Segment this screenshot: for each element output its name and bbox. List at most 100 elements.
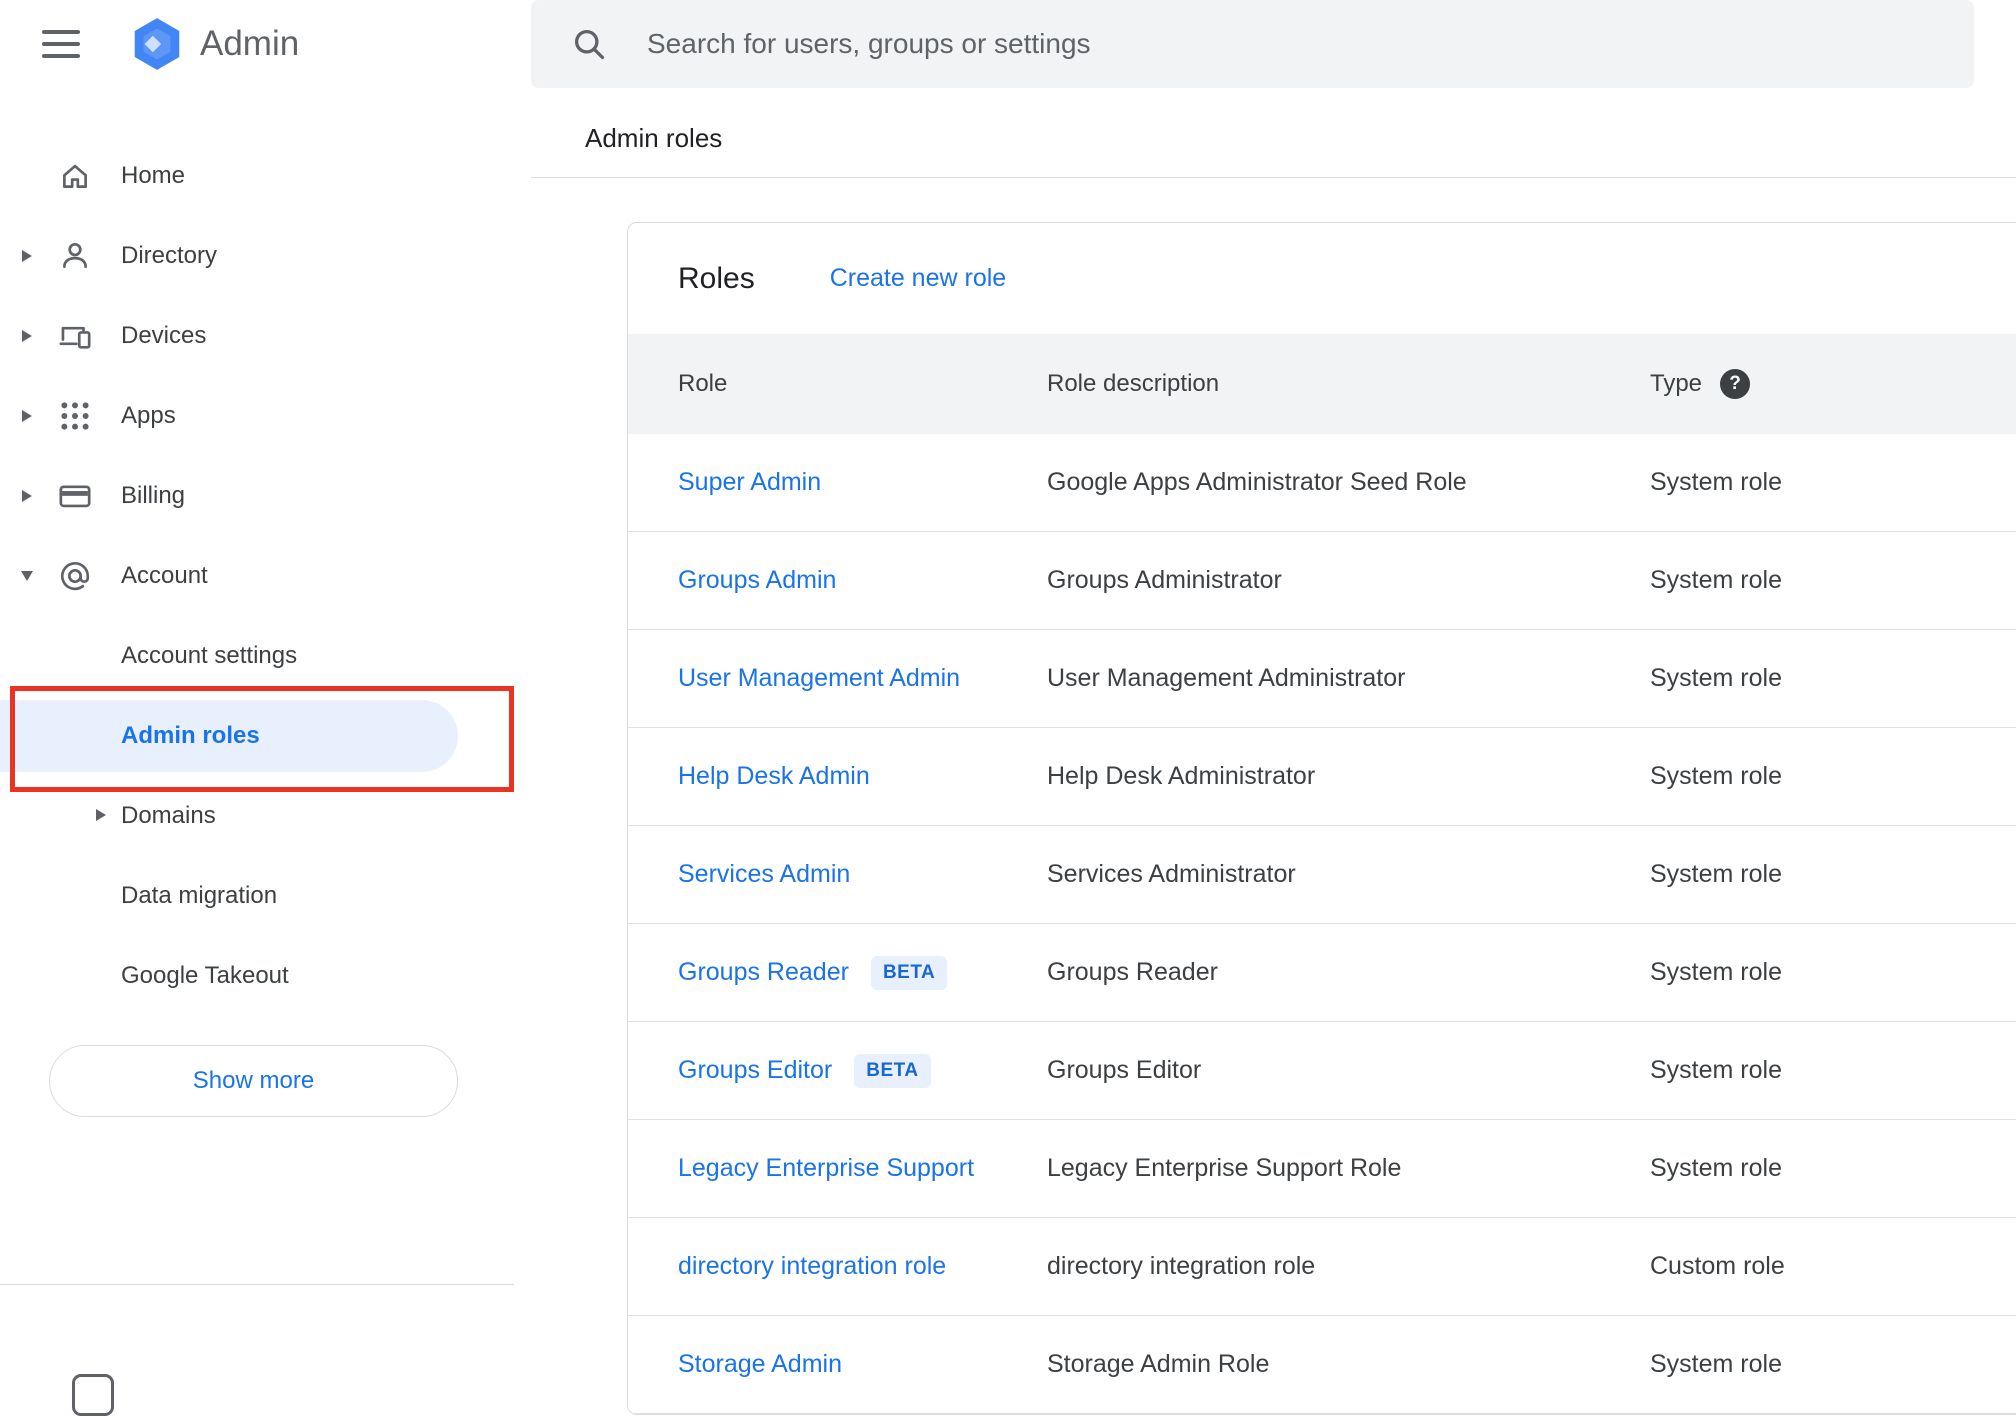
sidebar-item-label: Home bbox=[121, 162, 186, 189]
sidebar-item-domains[interactable]: Domains bbox=[0, 776, 531, 856]
role-type: System role bbox=[1650, 468, 1782, 496]
sidebar-item-label: Billing bbox=[121, 482, 186, 509]
expand-arrow-icon[interactable] bbox=[20, 408, 34, 424]
sidebar-divider bbox=[0, 1284, 514, 1285]
sidebar-item-label: Devices bbox=[121, 322, 207, 349]
table-header: Role Role description Type bbox=[628, 334, 2016, 434]
brand-bar: Admin bbox=[0, 0, 299, 88]
expand-arrow-icon[interactable] bbox=[20, 488, 34, 504]
role-type: Custom role bbox=[1650, 1252, 1785, 1280]
role-description: Google Apps Administrator Seed Role bbox=[1047, 468, 1467, 496]
create-new-role-link[interactable]: Create new role bbox=[830, 264, 1006, 293]
sidebar: Admin Home Directory Devices Apps Billin… bbox=[0, 0, 531, 1416]
role-description: Storage Admin Role bbox=[1047, 1350, 1270, 1378]
page-title: Roles bbox=[678, 261, 755, 295]
role-type: System role bbox=[1650, 1350, 1782, 1378]
role-link[interactable]: Groups Admin bbox=[678, 566, 836, 595]
column-header-type: Type bbox=[1650, 370, 1703, 397]
billing-card-icon bbox=[57, 478, 93, 514]
devices-icon bbox=[57, 318, 93, 354]
beta-badge: BETA bbox=[854, 1053, 931, 1088]
admin-hexagon-logo[interactable] bbox=[128, 15, 186, 73]
role-description: Groups Reader bbox=[1047, 958, 1218, 986]
apps-grid-icon bbox=[57, 398, 93, 434]
sidebar-item-google-takeout[interactable]: Google Takeout bbox=[0, 936, 531, 1016]
app-name: Admin bbox=[200, 24, 300, 63]
card-title-row: Roles Create new role bbox=[628, 223, 2016, 334]
table-row: Legacy Enterprise Support Legacy Enterpr… bbox=[628, 1120, 2016, 1218]
sidebar-subnav: Account settings Admin roles Domains Dat… bbox=[0, 616, 531, 1016]
column-header-role: Role bbox=[678, 370, 728, 397]
role-link[interactable]: Groups Editor bbox=[678, 1056, 832, 1085]
role-type: System role bbox=[1650, 762, 1782, 790]
search-icon bbox=[571, 26, 607, 62]
table-row: directory integration role directory int… bbox=[628, 1218, 2016, 1316]
sidebar-item-admin-roles[interactable]: Admin roles bbox=[0, 686, 531, 792]
sidebar-item-label: Admin roles bbox=[121, 722, 260, 749]
at-sign-icon bbox=[57, 558, 93, 594]
role-link[interactable]: Storage Admin bbox=[678, 1350, 842, 1379]
home-icon bbox=[57, 158, 93, 194]
roles-table-body: Super Admin Google Apps Administrator Se… bbox=[628, 434, 2016, 1414]
person-icon bbox=[57, 238, 93, 274]
role-type: System role bbox=[1650, 860, 1782, 888]
table-row: Groups Editor BETA Groups Editor System … bbox=[628, 1022, 2016, 1120]
role-type: System role bbox=[1650, 1056, 1782, 1084]
role-description: Services Administrator bbox=[1047, 860, 1296, 888]
table-row: Services Admin Services Administrator Sy… bbox=[628, 826, 2016, 924]
partial-nav-icon[interactable] bbox=[72, 1374, 114, 1416]
search-input[interactable] bbox=[647, 28, 1974, 60]
table-row: Groups Admin Groups Administrator System… bbox=[628, 532, 2016, 630]
help-icon[interactable] bbox=[1720, 369, 1751, 399]
sidebar-item-billing[interactable]: Billing bbox=[0, 456, 531, 536]
sidebar-item-label: Google Takeout bbox=[121, 962, 289, 989]
breadcrumb: Admin roles bbox=[585, 123, 723, 153]
role-description: Groups Editor bbox=[1047, 1056, 1202, 1084]
role-description: Help Desk Administrator bbox=[1047, 762, 1316, 790]
sidebar-item-label: Directory bbox=[121, 242, 218, 269]
sidebar-item-apps[interactable]: Apps bbox=[0, 376, 531, 456]
sidebar-item-home[interactable]: Home bbox=[0, 136, 531, 216]
sidebar-item-label: Data migration bbox=[121, 882, 278, 909]
roles-card: Roles Create new role Role Role descript… bbox=[627, 222, 2016, 1415]
beta-badge: BETA bbox=[870, 955, 948, 990]
table-row: Groups Reader BETA Groups Reader System … bbox=[628, 924, 2016, 1022]
expand-arrow-icon[interactable] bbox=[20, 248, 34, 264]
sidebar-item-directory[interactable]: Directory bbox=[0, 216, 531, 296]
role-description: directory integration role bbox=[1047, 1252, 1316, 1280]
role-description: User Management Administrator bbox=[1047, 664, 1406, 692]
sidebar-item-label: Apps bbox=[121, 402, 176, 429]
search-bar[interactable] bbox=[531, 0, 1974, 88]
role-link[interactable]: Super Admin bbox=[678, 468, 821, 497]
table-row: User Management Admin User Management Ad… bbox=[628, 630, 2016, 728]
expand-arrow-icon[interactable] bbox=[96, 809, 106, 821]
role-link[interactable]: Help Desk Admin bbox=[678, 762, 870, 791]
table-row: Storage Admin Storage Admin Role System … bbox=[628, 1316, 2016, 1414]
header-divider bbox=[531, 177, 2016, 178]
hamburger-menu-icon[interactable] bbox=[42, 30, 80, 58]
role-link[interactable]: Groups Reader bbox=[678, 958, 849, 987]
role-type: System role bbox=[1650, 566, 1782, 594]
role-link[interactable]: User Management Admin bbox=[678, 664, 960, 693]
sidebar-item-label: Domains bbox=[121, 802, 216, 829]
show-more-button[interactable]: Show more bbox=[49, 1045, 458, 1117]
role-type: System role bbox=[1650, 958, 1782, 986]
sidebar-item-devices[interactable]: Devices bbox=[0, 296, 531, 376]
sidebar-item-account[interactable]: Account bbox=[0, 536, 531, 616]
sidebar-item-data-migration[interactable]: Data migration bbox=[0, 856, 531, 936]
sidebar-item-label: Account settings bbox=[121, 642, 298, 669]
expand-arrow-icon[interactable] bbox=[20, 328, 34, 344]
role-link[interactable]: Services Admin bbox=[678, 860, 850, 889]
role-link[interactable]: directory integration role bbox=[678, 1252, 946, 1281]
sidebar-item-account-settings[interactable]: Account settings bbox=[0, 616, 531, 696]
table-row: Help Desk Admin Help Desk Administrator … bbox=[628, 728, 2016, 826]
role-type: System role bbox=[1650, 1154, 1782, 1182]
sidebar-item-label: Account bbox=[121, 562, 208, 589]
expand-arrow-icon[interactable] bbox=[20, 568, 34, 584]
column-header-description: Role description bbox=[1047, 370, 1220, 397]
role-description: Groups Administrator bbox=[1047, 566, 1282, 594]
role-description: Legacy Enterprise Support Role bbox=[1047, 1154, 1402, 1182]
sidebar-nav: Home Directory Devices Apps Billing Acco… bbox=[0, 136, 531, 616]
role-link[interactable]: Legacy Enterprise Support bbox=[678, 1154, 974, 1183]
role-type: System role bbox=[1650, 664, 1782, 692]
